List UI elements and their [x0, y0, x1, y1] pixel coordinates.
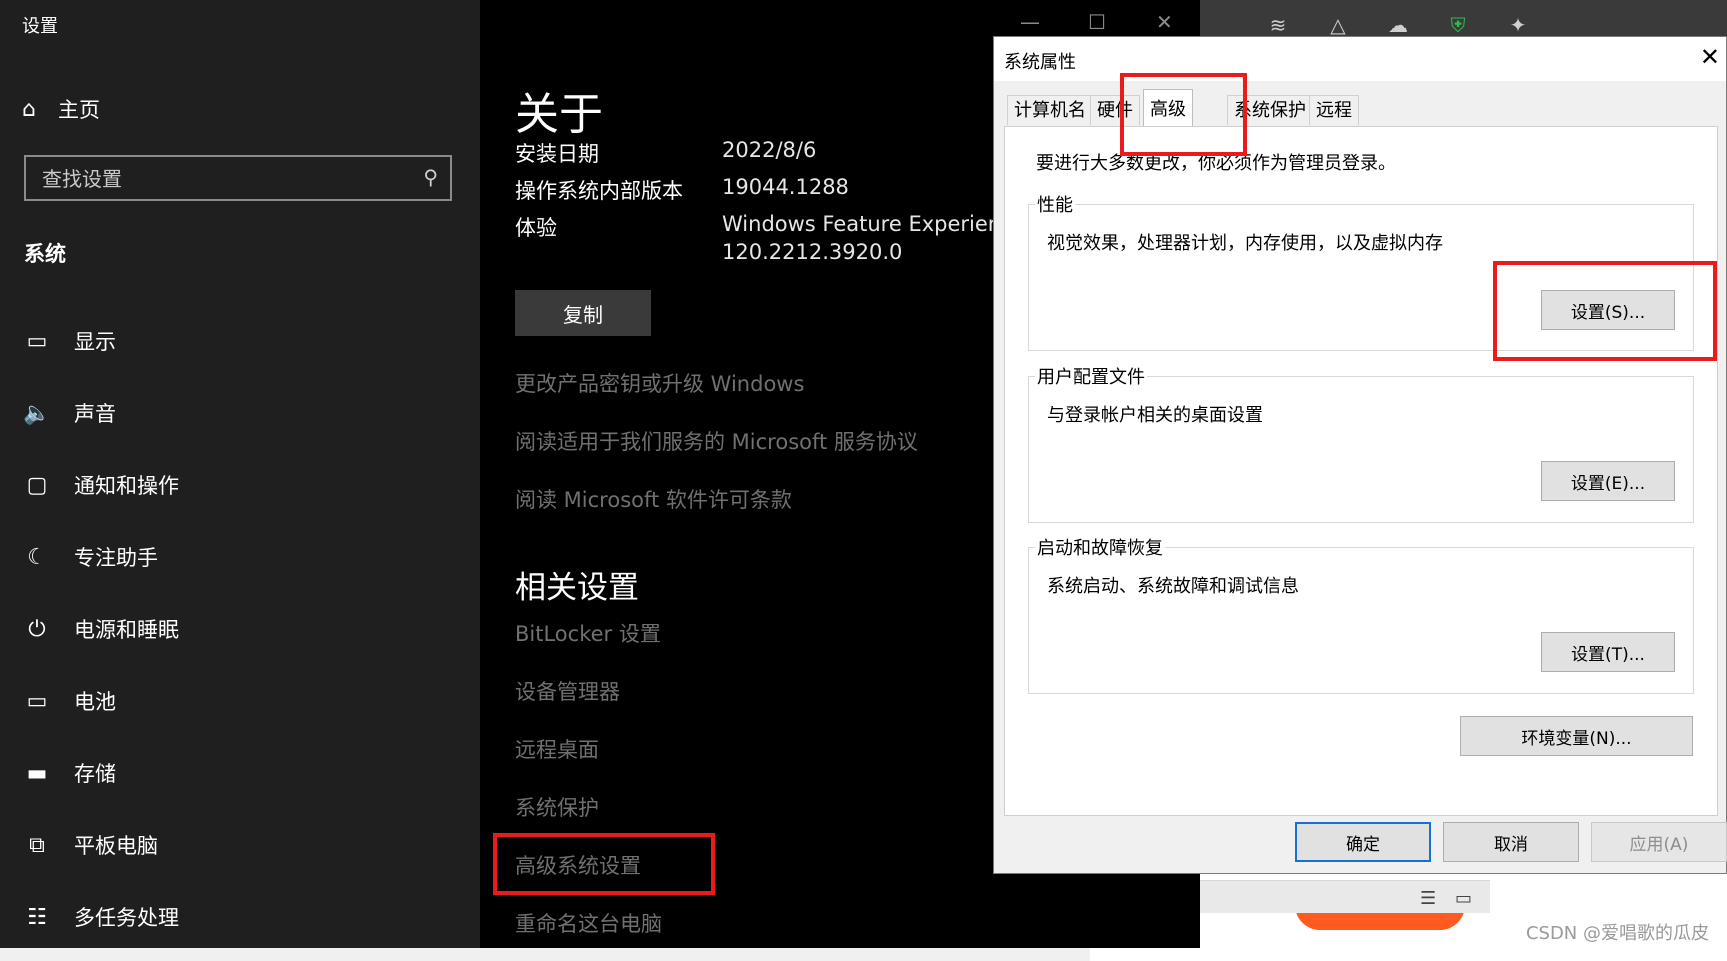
sidebar-item-battery[interactable]: ▭ 电池 — [22, 686, 116, 716]
ok-button[interactable]: 确定 — [1295, 822, 1431, 862]
sidebar-item-multitasking[interactable]: ☷ 多任务处理 — [22, 902, 179, 932]
sidebar-item-storage[interactable]: ▬ 存储 — [22, 758, 116, 788]
tablet-icon: ⧉ — [29, 832, 45, 858]
close-icon[interactable]: ✕ — [1700, 43, 1720, 71]
sidebar-item-label: 平板电脑 — [74, 834, 158, 858]
sidebar-item-power[interactable]: ⏻ 电源和睡眠 — [22, 614, 179, 644]
os-build-label: 操作系统内部版本 — [515, 179, 683, 203]
shield-icon[interactable]: ⛨ — [1445, 12, 1471, 38]
environment-variables-button[interactable]: 环境变量(N)... — [1460, 716, 1693, 756]
dialog-titlebar: 系统属性 ✕ — [994, 37, 1726, 81]
performance-desc: 视觉效果，处理器计划，内存使用，以及虚拟内存 — [1047, 233, 1443, 254]
sidebar-item-label: 电池 — [74, 690, 116, 714]
bitlocker-link[interactable]: BitLocker 设置 — [515, 618, 661, 648]
install-date-label: 安装日期 — [515, 142, 599, 166]
sound-icon: 🔈 — [23, 400, 51, 426]
user-profiles-settings-button[interactable]: 设置(E)... — [1541, 461, 1675, 501]
startup-recovery-desc: 系统启动、系统故障和调试信息 — [1047, 576, 1299, 597]
sidebar-item-label: 通知和操作 — [74, 474, 179, 498]
sidebar-item-tablet[interactable]: ⧉ 平板电脑 — [22, 830, 158, 860]
power-icon: ⏻ — [28, 616, 46, 642]
sidebar-item-focus[interactable]: ☾ 专注助手 — [22, 542, 158, 572]
watermark: CSDN @爱唱歌的瓜皮 — [1525, 923, 1709, 944]
sidebar-item-label: 电源和睡眠 — [74, 618, 179, 642]
section-title: 系统 — [24, 242, 66, 266]
search-icon: ⚲ — [423, 165, 438, 189]
tray-list-icon[interactable]: ☰ — [1420, 888, 1436, 909]
sidebar-item-label: 主页 — [57, 98, 100, 122]
settings-window-title: 设置 — [22, 16, 58, 37]
cancel-button[interactable]: 取消 — [1443, 822, 1579, 862]
user-profiles-legend: 用户配置文件 — [1035, 363, 1147, 389]
system-properties-dialog: 系统属性 ✕ 计算机名 硬件 高级 系统保护 远程 要进行大多数更改，你必须作为… — [993, 36, 1727, 874]
apply-button[interactable]: 应用(A) — [1591, 822, 1727, 862]
copy-button[interactable]: 复制 — [515, 290, 651, 336]
minimize-icon[interactable]: — — [1020, 10, 1040, 34]
startup-recovery-legend: 启动和故障恢复 — [1035, 534, 1165, 560]
install-date-value: 2022/8/6 — [722, 138, 817, 162]
sidebar-item-display[interactable]: ▭ 显示 — [22, 326, 116, 356]
sidebar-item-label: 显示 — [74, 330, 116, 354]
service-agreement-link[interactable]: 阅读适用于我们服务的 Microsoft 服务协议 — [515, 426, 918, 456]
performance-legend: 性能 — [1035, 191, 1075, 217]
sidebar-item-sound[interactable]: 🔈 声音 — [22, 398, 116, 428]
remote-desktop-link[interactable]: 远程桌面 — [515, 734, 599, 764]
sidebar-item-label: 声音 — [74, 402, 116, 426]
notification-icon: ▢ — [26, 472, 48, 498]
storage-icon: ▬ — [26, 760, 48, 786]
dialog-title: 系统属性 — [1004, 52, 1076, 73]
experience-version: 120.2212.3920.0 — [722, 240, 903, 264]
multitask-icon: ☷ — [27, 904, 47, 930]
startup-recovery-settings-button[interactable]: 设置(T)... — [1541, 632, 1675, 672]
search-input[interactable] — [40, 163, 404, 195]
device-manager-link[interactable]: 设备管理器 — [515, 676, 620, 706]
os-build-value: 19044.1288 — [722, 175, 849, 199]
experience-value: Windows Feature Experience — [722, 212, 1026, 236]
tab-computer-name[interactable]: 计算机名 — [1007, 95, 1093, 125]
experience-label: 体验 — [515, 216, 557, 240]
settings-search[interactable]: ⚲ — [24, 155, 452, 201]
cloud-icon[interactable]: ☁ — [1385, 12, 1411, 38]
sidebar-item-label: 多任务处理 — [74, 906, 179, 930]
maximize-icon[interactable]: ☐ — [1088, 10, 1106, 34]
highlight-box-advanced-tab — [1120, 73, 1247, 156]
license-terms-link[interactable]: 阅读 Microsoft 软件许可条款 — [515, 484, 792, 514]
related-settings-title: 相关设置 — [515, 570, 639, 606]
user-profiles-desc: 与登录帐户相关的桌面设置 — [1047, 405, 1263, 426]
tab-remote[interactable]: 远程 — [1309, 95, 1359, 125]
home-icon: ⌂ — [22, 96, 36, 122]
wifi-icon: ≋ — [1269, 13, 1287, 37]
system-protection-link[interactable]: 系统保护 — [515, 792, 599, 822]
tray-window-icon[interactable]: ▭ — [1455, 888, 1472, 909]
sidebar-item-label: 专注助手 — [74, 546, 158, 570]
change-product-key-link[interactable]: 更改产品密钥或升级 Windows — [515, 368, 804, 398]
warning-icon: △ — [1330, 13, 1346, 37]
extension-icon[interactable]: ✦ — [1505, 12, 1531, 38]
sidebar-item-home[interactable]: ⌂ 主页 — [22, 94, 100, 124]
sidebar-item-label: 存储 — [74, 762, 116, 786]
page-title: 关于 — [515, 89, 603, 140]
display-icon: ▭ — [26, 328, 48, 354]
highlight-box-performance-settings — [1493, 261, 1717, 361]
rename-pc-link[interactable]: 重命名这台电脑 — [515, 908, 662, 938]
battery-icon: ▭ — [26, 688, 48, 714]
close-icon[interactable]: ✕ — [1156, 10, 1173, 34]
highlight-box-advanced-link — [493, 833, 715, 895]
settings-sidebar: 设置 ⌂ 主页 ⚲ 系统 ▭ 显示 🔈 声音 ▢ 通知和操作 ☾ 专注助手 ⏻ … — [0, 0, 480, 948]
sidebar-item-notifications[interactable]: ▢ 通知和操作 — [22, 470, 179, 500]
moon-icon: ☾ — [27, 544, 47, 570]
